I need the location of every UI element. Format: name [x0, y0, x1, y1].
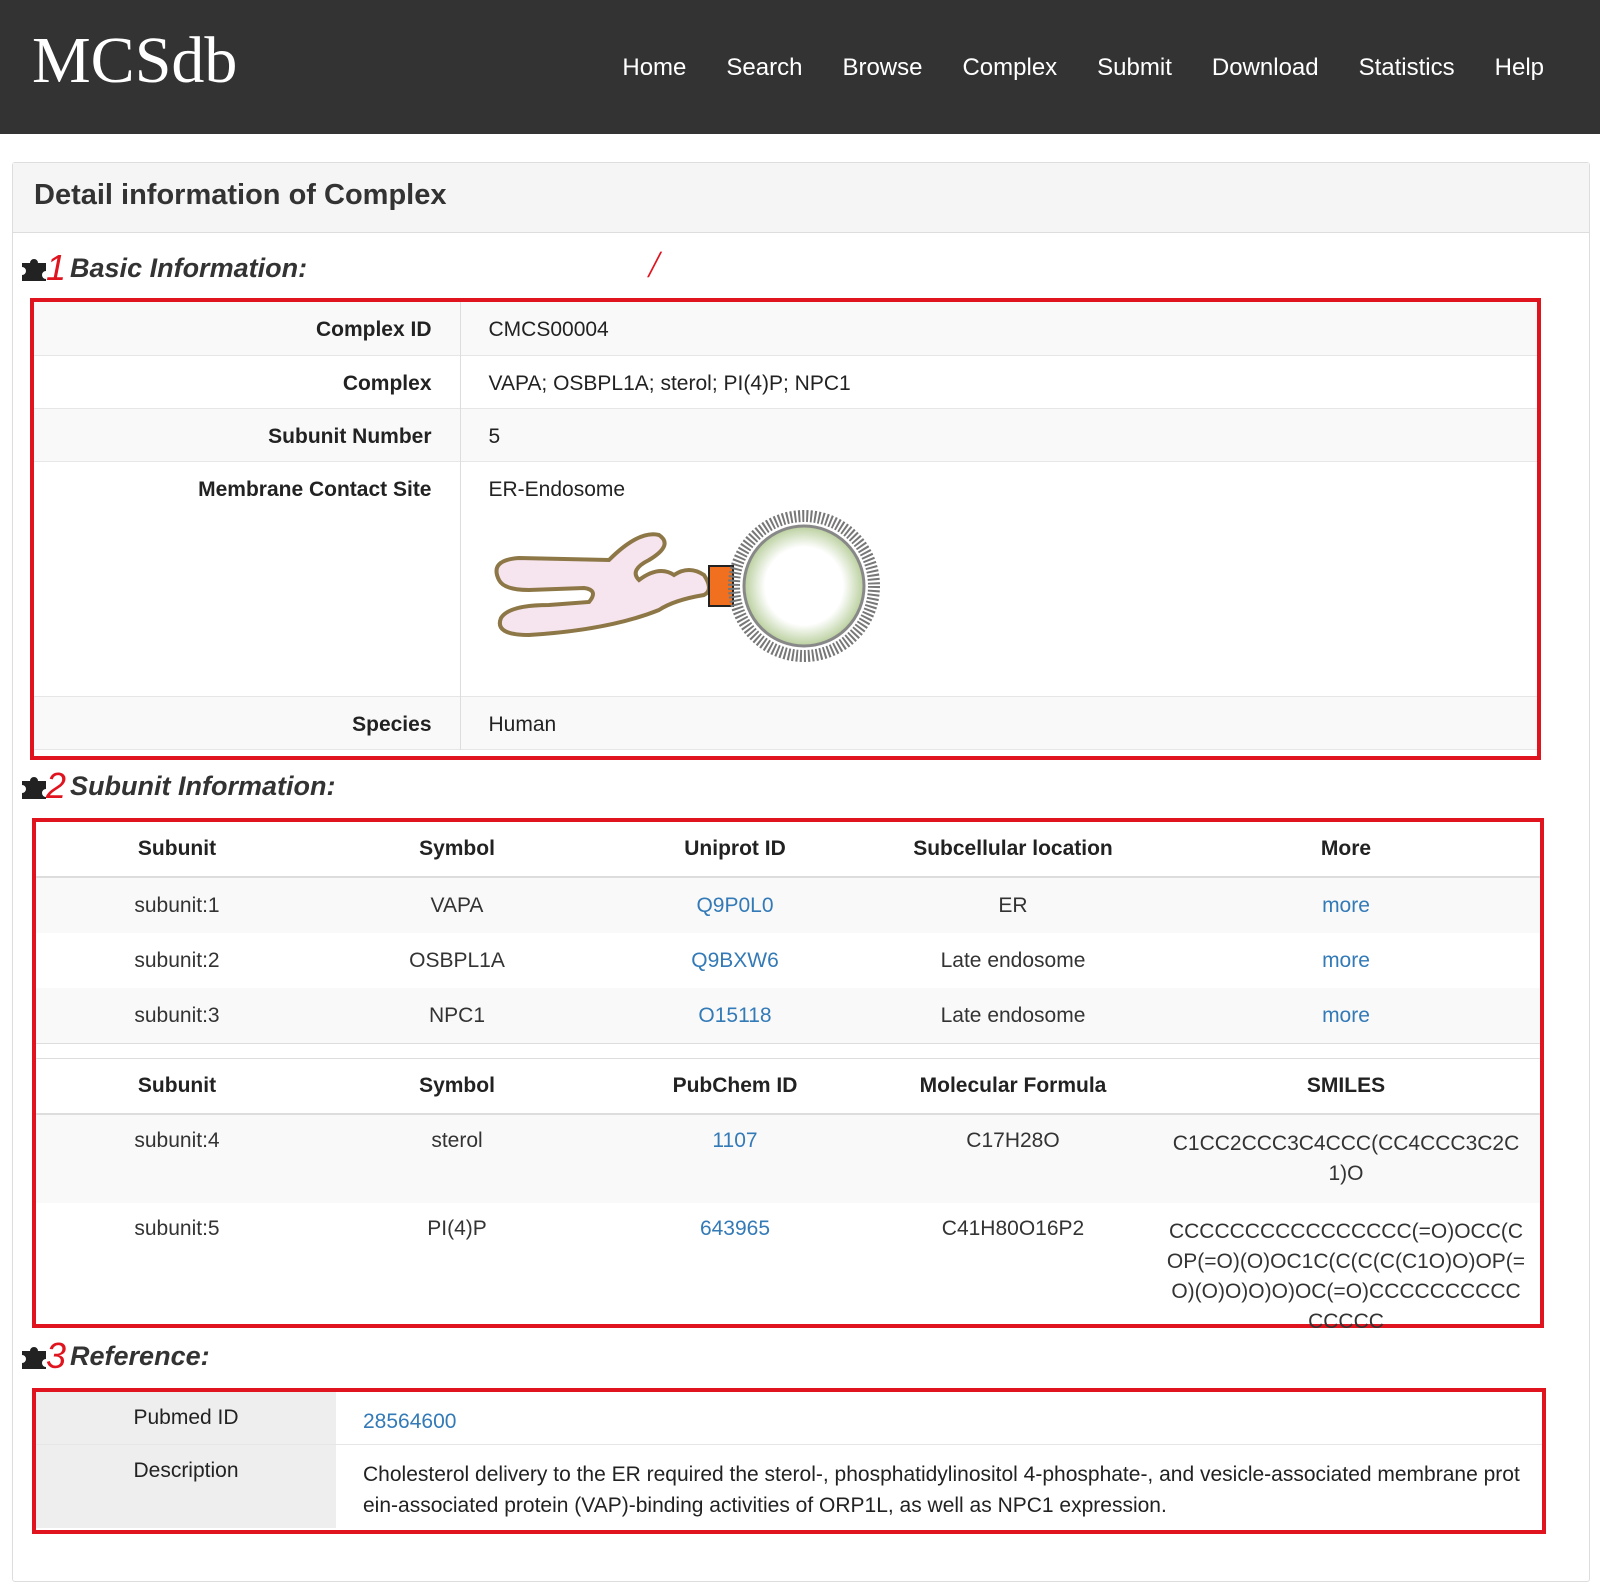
nav-home[interactable]: Home: [602, 50, 706, 86]
table-row: Pubmed ID 28564600: [36, 1392, 1542, 1444]
section-subunit-title: 2 Subunit Information:: [20, 768, 335, 804]
complex-value: VAPA; OSBPL1A; sterol; PI(4)P; NPC1: [488, 371, 851, 395]
table-row: Complex ID CMCS00004: [34, 302, 1537, 355]
formula-cell: C17H28O: [874, 1114, 1152, 1203]
subunit-cell: subunit:1: [36, 877, 318, 933]
smiles-cell: CCCCCCCCCCCCCCCC(=O)OCC(COP(=O)(O)OC1C(C…: [1166, 1220, 1526, 1333]
section-label: Subunit Information:: [70, 770, 336, 801]
table-row: Subunit Number 5: [34, 408, 1537, 461]
section-number: 2: [46, 765, 67, 806]
col-subunit: Subunit: [36, 1059, 318, 1115]
reference-table: Pubmed ID 28564600 Description Cholester…: [36, 1392, 1542, 1528]
more-link[interactable]: more: [1322, 949, 1370, 972]
section-label: Basic Information:: [70, 252, 308, 283]
compound-table: Subunit Symbol PubChem ID Molecular Form…: [36, 1059, 1540, 1351]
description-value: Cholesterol delivery to the ER required …: [363, 1462, 1520, 1517]
protein-table: Subunit Symbol Uniprot ID Subcellular lo…: [36, 822, 1540, 1043]
table-row: subunit:4 sterol 1107 C17H28O C1CC2CCC3C…: [36, 1114, 1540, 1203]
navbar: MCSdb Home Search Browse Complex Submit …: [0, 0, 1600, 134]
brand-logo[interactable]: MCSdb: [32, 28, 237, 94]
subunit-info-box: Subunit Symbol Uniprot ID Subcellular lo…: [32, 818, 1544, 1333]
symbol-cell: OSBPL1A: [409, 948, 505, 972]
symbol-cell: NPC1: [318, 988, 596, 1043]
col-symbol: Symbol: [318, 1059, 596, 1115]
complex-id-value: CMCS00004: [460, 302, 1537, 355]
table-divider: [36, 1043, 1540, 1059]
section-number: 3: [46, 1335, 67, 1376]
location-cell: ER: [874, 877, 1152, 933]
description-label: Description: [36, 1444, 336, 1528]
nav-complex[interactable]: Complex: [942, 50, 1077, 86]
table-row: Complex VAPA; OSBPL1A; sterol; PI(4)P; N…: [34, 355, 1537, 408]
nav-submit[interactable]: Submit: [1077, 50, 1192, 86]
species-label: Species: [34, 696, 461, 749]
basic-info-box: Complex ID CMCS00004 Complex VAPA; OSBPL…: [30, 298, 1541, 760]
col-pubchem: PubChem ID: [596, 1059, 874, 1115]
pubchem-link[interactable]: 1107: [712, 1129, 757, 1152]
pubmed-link[interactable]: 28564600: [363, 1410, 456, 1433]
section-basic-title: 1 Basic Information:: [20, 250, 307, 286]
col-symbol: Symbol: [318, 822, 596, 878]
species-value: Human: [460, 696, 1537, 749]
col-formula: Molecular Formula: [874, 1059, 1152, 1115]
uniprot-link[interactable]: Q9BXW6: [691, 949, 779, 972]
col-more: More: [1152, 822, 1540, 878]
uniprot-link[interactable]: O15118: [698, 1004, 771, 1027]
col-location: Subcellular location: [874, 822, 1152, 878]
nav-browse[interactable]: Browse: [822, 50, 942, 86]
location-cell: Late endosome: [874, 988, 1152, 1043]
subunit-number-label: Subunit Number: [34, 408, 461, 461]
table-row: subunit:5 PI(4)P 643965 C41H80O16P2 CCCC…: [36, 1203, 1540, 1351]
annotation-mark: ╱: [648, 252, 662, 277]
nav-help[interactable]: Help: [1475, 50, 1564, 86]
pubchem-link[interactable]: 643965: [700, 1217, 770, 1240]
pubmed-label: Pubmed ID: [36, 1392, 336, 1444]
complex-id-label: Complex ID: [34, 302, 461, 355]
page-title: Detail information of Complex: [34, 179, 447, 211]
col-smiles: SMILES: [1152, 1059, 1540, 1115]
formula-cell: C41H80O16P2: [941, 1217, 1085, 1240]
mcs-value: ER-Endosome: [488, 477, 626, 501]
section-label: Reference:: [70, 1340, 210, 1371]
reference-box: Pubmed ID 28564600 Description Cholester…: [32, 1388, 1546, 1534]
subunit-cell: subunit:2: [134, 948, 220, 972]
symbol-cell: VAPA: [318, 877, 596, 933]
basic-info-table: Complex ID CMCS00004 Complex VAPA; OSBPL…: [34, 302, 1537, 750]
section-reference-title: 3 Reference:: [20, 1338, 210, 1374]
location-cell: Late endosome: [940, 948, 1086, 972]
mcs-label: Membrane Contact Site: [34, 461, 461, 696]
table-row: subunit:3 NPC1 O15118 Late endosome more: [36, 988, 1540, 1043]
subunit-cell: subunit:4: [36, 1114, 318, 1203]
col-subunit: Subunit: [36, 822, 318, 878]
section-number: 1: [46, 247, 67, 288]
table-row: subunit:2 OSBPL1A Q9BXW6 Late endosome m…: [36, 933, 1540, 988]
table-header-row: Subunit Symbol PubChem ID Molecular Form…: [36, 1059, 1540, 1115]
subunit-cell: subunit:3: [36, 988, 318, 1043]
nav-menu: Home Search Browse Complex Submit Downlo…: [602, 50, 1564, 86]
nav-statistics[interactable]: Statistics: [1339, 50, 1475, 86]
more-link[interactable]: more: [1322, 1004, 1370, 1027]
complex-label: Complex: [34, 355, 461, 408]
col-uniprot: Uniprot ID: [596, 822, 874, 878]
table-row: Species Human: [34, 696, 1537, 749]
table-header-row: Subunit Symbol Uniprot ID Subcellular lo…: [36, 822, 1540, 878]
symbol-cell: sterol: [318, 1114, 596, 1203]
subunit-cell: subunit:5: [134, 1217, 220, 1240]
table-row: Description Cholesterol delivery to the …: [36, 1444, 1542, 1528]
nav-search[interactable]: Search: [706, 50, 822, 86]
more-link[interactable]: more: [1322, 894, 1370, 917]
table-row: Membrane Contact Site ER-Endosome: [34, 461, 1537, 696]
panel-heading: Detail information of Complex: [13, 163, 1589, 233]
uniprot-link[interactable]: Q9P0L0: [696, 894, 773, 917]
table-row: subunit:1 VAPA Q9P0L0 ER more: [36, 877, 1540, 933]
symbol-cell: PI(4)P: [427, 1217, 487, 1240]
nav-download[interactable]: Download: [1192, 50, 1339, 86]
mcs-cell: ER-Endosome: [460, 461, 1537, 696]
er-endosome-diagram: [494, 509, 880, 662]
smiles-cell: C1CC2CCC3C4CCC(CC4CCC3C2C1)O: [1152, 1114, 1540, 1203]
subunit-number-value: 5: [460, 408, 1537, 461]
